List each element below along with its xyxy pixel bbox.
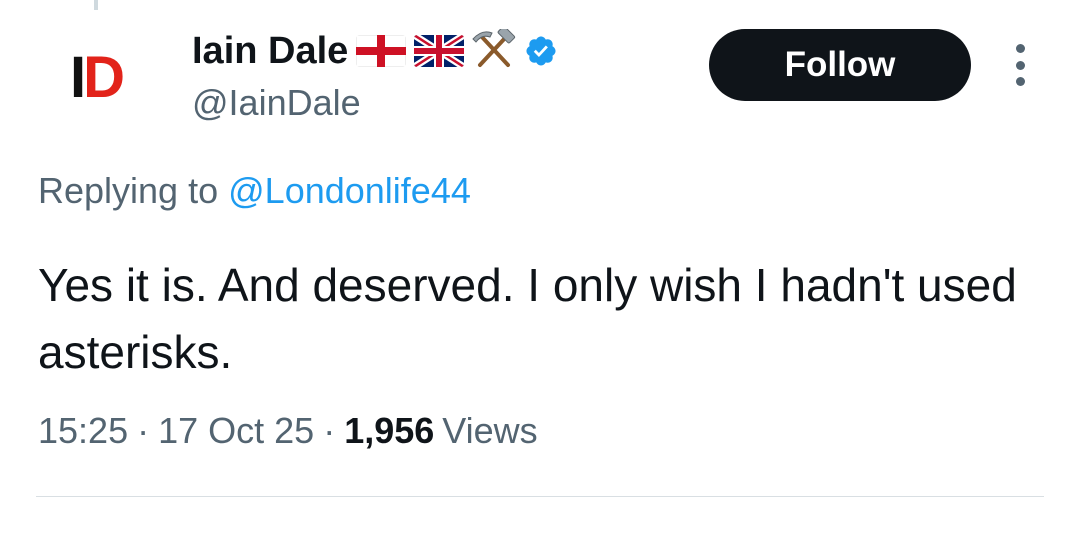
avatar[interactable]: I D <box>46 34 146 122</box>
author-name-row: Iain Dale <box>192 25 558 76</box>
verified-badge-icon[interactable] <box>524 34 558 68</box>
author-display-name[interactable]: Iain Dale <box>192 30 348 73</box>
hammer-and-pick-icon <box>472 25 516 74</box>
more-dot <box>1015 44 1025 53</box>
views-count[interactable]: 1,956 <box>344 410 434 452</box>
divider <box>36 496 1044 497</box>
thread-connector-line <box>94 0 98 10</box>
avatar-letter-i: I <box>69 45 86 110</box>
meta-separator: · <box>323 410 336 451</box>
tweet-detail: I D Iain Dale @IainDale Follow Replying … <box>0 0 1080 539</box>
more-dot <box>1015 77 1025 86</box>
tweet-text: Yes it is. And deserved. I only wish I h… <box>38 259 1017 378</box>
replying-to-line: Replying to @Londonlife44 <box>38 170 471 212</box>
avatar-logo: I D <box>69 45 125 110</box>
more-options-icon[interactable] <box>1008 44 1032 86</box>
meta-separator: · <box>137 410 150 451</box>
reply-mention-link[interactable]: @Londonlife44 <box>228 170 471 211</box>
author-handle[interactable]: @IainDale <box>192 82 361 124</box>
tweet-time[interactable]: 15:25 <box>38 410 128 452</box>
tweet-meta: 15:25 · 17 Oct 25 · 1,956 Views <box>38 410 538 452</box>
views-label: Views <box>442 410 538 451</box>
replying-to-label: Replying to <box>38 170 219 211</box>
uk-flag-icon <box>414 35 465 67</box>
england-flag-icon <box>356 35 407 67</box>
tweet-date[interactable]: 17 Oct 25 <box>158 410 314 452</box>
follow-button[interactable]: Follow <box>709 29 971 101</box>
more-dot <box>1015 60 1025 70</box>
avatar-letter-d: D <box>83 45 125 110</box>
